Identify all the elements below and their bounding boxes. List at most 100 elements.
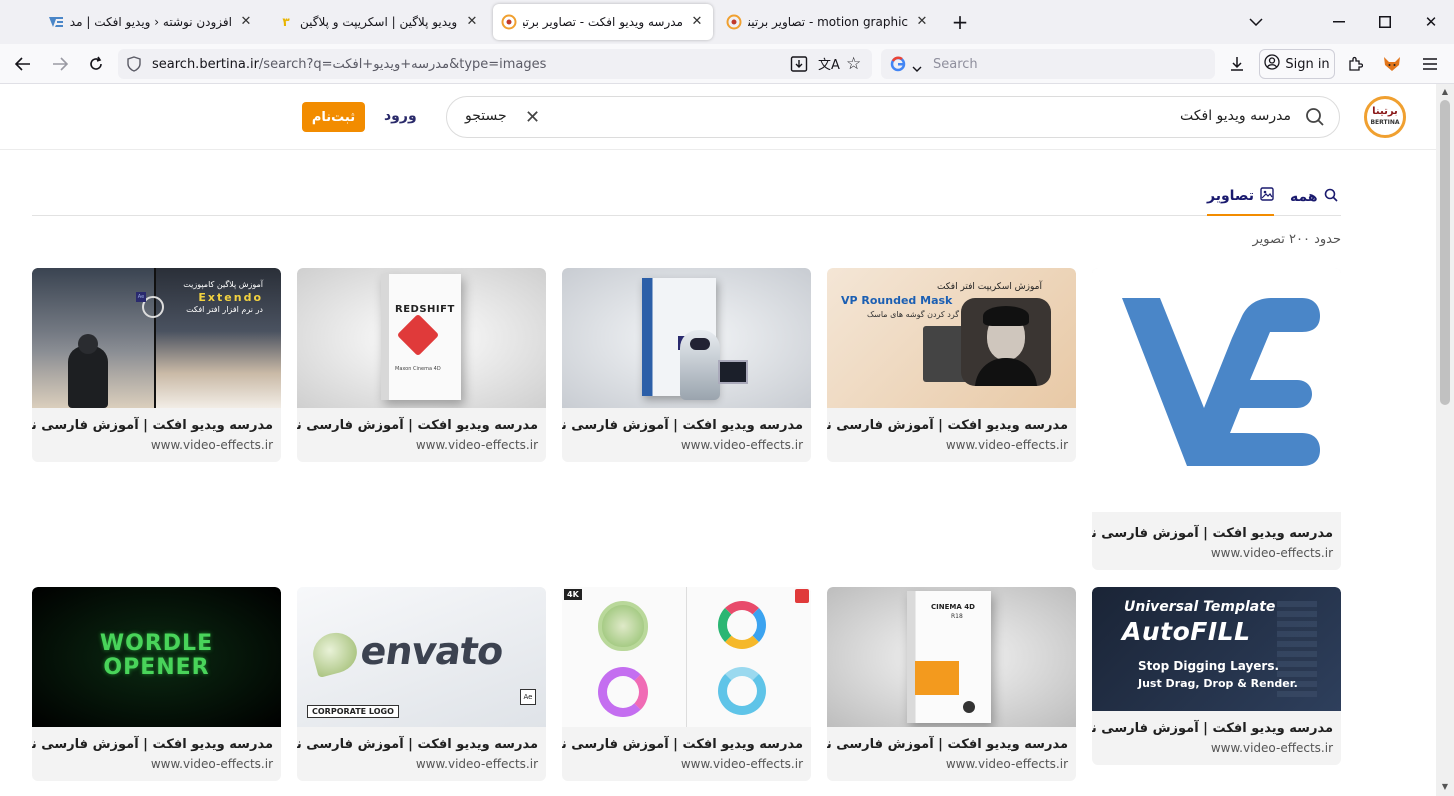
thumb-text: Extendo <box>198 291 263 304</box>
result-source: www.video-effects.ir <box>1210 741 1333 755</box>
tab-images[interactable]: تصاویر <box>1207 178 1274 216</box>
thumb-text: آموزش پلاگین کامپوزیت <box>183 280 263 289</box>
result-thumbnail[interactable]: REDSHIFT Maxon Cinema 4D <box>297 268 546 408</box>
result-title[interactable]: مدرسه ویدیو افکت | آموزش فارسی نرم... <box>32 418 273 433</box>
thumb-text: Ae <box>520 689 536 705</box>
close-tab-icon[interactable]: ✕ <box>914 14 930 30</box>
result-thumbnail[interactable]: Ae آموزش پلاگین کامپوزیت Extendo در نرم … <box>32 268 281 408</box>
result-thumbnail[interactable]: 4K <box>562 587 811 727</box>
thumb-text: گرد کردن گوشه های ماسک <box>867 310 960 319</box>
scroll-down-icon[interactable]: ▼ <box>1440 782 1450 792</box>
envato-leaf-icon <box>308 627 362 679</box>
result-thumbnail[interactable]: envato CORPORATE LOGO Ae <box>297 587 546 727</box>
new-tab-icon[interactable]: + <box>945 7 975 37</box>
tab-strip: افزودن نوشته ‹ ویدیو افکت | مدرسه ✕ ۳ وی… <box>0 0 1454 44</box>
tab-title: motion graphic - تصاویر برتینا | برتینا <box>748 15 908 29</box>
thumb-text: R18 <box>951 613 963 620</box>
result-card[interactable]: REDSHIFT Maxon Cinema 4D مدرسه ویدیو افک… <box>297 268 546 462</box>
close-tab-icon[interactable]: ✕ <box>689 14 705 30</box>
search-icon[interactable] <box>1305 107 1325 131</box>
fox-icon[interactable] <box>1377 49 1407 79</box>
result-thumbnail[interactable]: WORDLE OPENER <box>32 587 281 727</box>
result-title[interactable]: مدرسه ویدیو افکت | آموزش فارسی نرم... <box>297 418 538 433</box>
reload-icon[interactable] <box>81 49 111 79</box>
sign-in-button[interactable]: Sign in <box>1259 49 1335 79</box>
web-search-bar[interactable]: Search <box>881 49 1215 79</box>
scrollbar-thumb[interactable] <box>1440 100 1450 405</box>
thumb-text: VP Rounded Mask <box>841 294 953 307</box>
thumb-text: OPENER <box>103 655 210 680</box>
result-thumbnail[interactable]: آموزش اسکریپت افتر افکت VP Rounded Mask … <box>827 268 1076 408</box>
navigation-toolbar: search.bertina.ir/search?q=مدرسه+ویدیو+ا… <box>0 44 1454 84</box>
url-bar[interactable]: search.bertina.ir/search?q=مدرسه+ویدیو+ا… <box>118 49 872 79</box>
tab-all[interactable]: همه <box>1290 178 1338 216</box>
menu-icon[interactable] <box>1415 49 1445 79</box>
result-card[interactable]: 4K مدرسه ویدیو افکت | آموزش فارسی نرم...… <box>562 587 811 781</box>
browser-tab-2[interactable]: ۳ ویدیو پلاگین | اسکریپت و پلاگین ✕ <box>270 4 488 40</box>
search-submit-button[interactable]: جستجو <box>465 108 507 124</box>
thumb-text: CINEMA 4D <box>931 603 975 611</box>
browser-tab-3[interactable]: مدرسه ویدیو افکت - تصاویر برتینا ✕ <box>493 4 713 40</box>
result-thumbnail[interactable]: Universal Template AutoFILL Stop Digging… <box>1092 587 1341 711</box>
close-window-icon[interactable]: ✕ <box>1416 7 1446 37</box>
thumb-text: در نرم افزار افتر افکت <box>186 305 263 314</box>
download-page-icon[interactable] <box>790 55 808 77</box>
result-card[interactable]: envato CORPORATE LOGO Ae مدرسه ویدیو افک… <box>297 587 546 781</box>
result-title[interactable]: مدرسه ویدیو افکت | آموزش فارسی نرم... <box>827 737 1068 752</box>
search-placeholder: Search <box>933 56 978 72</box>
url-text: search.bertina.ir/search?q=مدرسه+ویدیو+ا… <box>152 56 547 72</box>
result-count: حدود ۲۰۰ تصویر <box>1252 232 1341 247</box>
download-icon[interactable] <box>1222 49 1252 79</box>
bertina-favicon-icon <box>501 14 517 30</box>
result-card[interactable]: مدرسه ویدیو افکت | آموزش فارسی نرم... ww… <box>1092 268 1341 570</box>
tab-images-label: تصاویر <box>1207 188 1254 204</box>
page-scrollbar[interactable]: ▲ ▼ <box>1436 84 1454 796</box>
plugin-favicon-icon: ۳ <box>282 15 290 29</box>
close-tab-icon[interactable]: ✕ <box>238 14 254 30</box>
result-card[interactable]: آموزش اسکریپت افتر افکت VP Rounded Mask … <box>827 268 1076 462</box>
browser-tab-1[interactable]: افزودن نوشته ‹ ویدیو افکت | مدرسه ✕ <box>40 4 262 40</box>
browser-tab-4[interactable]: motion graphic - تصاویر برتینا | برتینا … <box>718 4 938 40</box>
star-icon[interactable]: ☆ <box>846 54 861 74</box>
signup-button[interactable]: ثبت‌نام <box>302 102 365 132</box>
translate-icon[interactable]: 文A <box>818 54 840 73</box>
minimize-icon[interactable] <box>1324 7 1354 37</box>
result-title[interactable]: مدرسه ویدیو افکت | آموزش فارسی نرم... <box>562 737 803 752</box>
back-icon[interactable] <box>8 49 38 79</box>
clear-search-icon[interactable]: ✕ <box>525 108 540 128</box>
search-box[interactable]: مدرسه ویدیو افکت ✕ جستجو <box>446 96 1340 138</box>
tab-list-chevron-icon[interactable] <box>1241 7 1271 37</box>
shield-icon[interactable] <box>126 56 142 76</box>
result-source: www.video-effects.ir <box>150 438 273 452</box>
extensions-icon[interactable] <box>1340 49 1370 79</box>
close-tab-icon[interactable]: ✕ <box>464 14 480 30</box>
result-card[interactable]: Ae آموزش پلاگین کامپوزیت Extendo در نرم … <box>32 268 281 462</box>
search-input[interactable]: مدرسه ویدیو افکت <box>1180 108 1291 124</box>
result-thumbnail[interactable]: Ae <box>562 268 811 408</box>
result-thumbnail[interactable] <box>1092 268 1341 512</box>
result-title[interactable]: مدرسه ویدیو افکت | آموزش فارسی نرم... <box>1092 721 1333 736</box>
result-title[interactable]: مدرسه ویدیو افکت | آموزش فارسی نرم... <box>1092 526 1333 541</box>
result-title[interactable]: مدرسه ویدیو افکت | آموزش فارسی نرم... <box>827 418 1068 433</box>
login-link[interactable]: ورود <box>384 108 417 124</box>
tab-title: مدرسه ویدیو افکت - تصاویر برتینا <box>523 15 683 29</box>
bertina-logo[interactable]: برتینا BERTINA <box>1364 96 1406 138</box>
result-card[interactable]: WORDLE OPENER مدرسه ویدیو افکت | آموزش ف… <box>32 587 281 781</box>
thumb-text: CORPORATE LOGO <box>307 705 399 718</box>
result-title[interactable]: مدرسه ویدیو افکت | آموزش فارسی نرم... <box>297 737 538 752</box>
google-icon[interactable] <box>890 56 906 76</box>
result-title[interactable]: مدرسه ویدیو افکت | آموزش فارسی نرم... <box>32 737 273 752</box>
result-thumbnail[interactable]: CINEMA 4D R18 <box>827 587 1076 727</box>
software-box-image: CINEMA 4D R18 <box>907 591 991 723</box>
result-card[interactable]: CINEMA 4D R18 مدرسه ویدیو افکت | آموزش ف… <box>827 587 1076 781</box>
result-card[interactable]: Universal Template AutoFILL Stop Digging… <box>1092 587 1341 765</box>
thumb-text: Universal Template <box>1124 599 1276 615</box>
glass-logo-image <box>718 667 766 715</box>
result-card[interactable]: Ae مدرسه ویدیو افکت | آموزش فارسی نرم...… <box>562 268 811 462</box>
scroll-up-icon[interactable]: ▲ <box>1440 87 1450 97</box>
result-title[interactable]: مدرسه ویدیو افکت | آموزش فارسی نرم... <box>562 418 803 433</box>
chevron-down-icon[interactable] <box>912 61 922 76</box>
tab-all-label: همه <box>1290 189 1318 205</box>
forward-icon[interactable] <box>45 49 75 79</box>
maximize-icon[interactable] <box>1370 7 1400 37</box>
